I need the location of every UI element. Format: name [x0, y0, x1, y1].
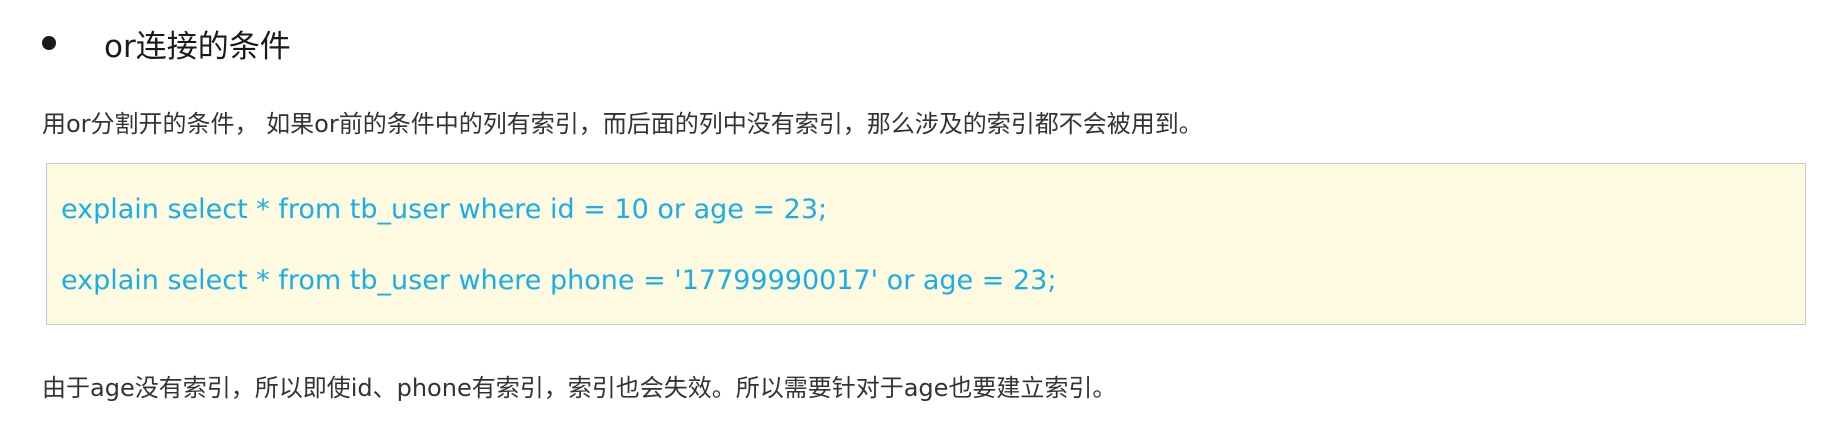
conclusion-paragraph: 由于age没有索引，所以即使id、phone有索引，索引也会失效。所以需要针对于…: [42, 374, 1117, 402]
code-block: explain select * from tb_user where id =…: [46, 163, 1806, 325]
section-heading: or连接的条件: [104, 28, 291, 65]
intro-paragraph: 用or分割开的条件， 如果or前的条件中的列有索引，而后面的列中没有索引，那么涉…: [42, 110, 1203, 138]
code-line-2: explain select * from tb_user where phon…: [61, 265, 1057, 296]
document-page: or连接的条件 用or分割开的条件， 如果or前的条件中的列有索引，而后面的列中…: [0, 0, 1845, 433]
section-heading-row: or连接的条件: [42, 18, 291, 68]
bullet-icon: [42, 36, 56, 50]
code-line-1: explain select * from tb_user where id =…: [61, 194, 828, 225]
